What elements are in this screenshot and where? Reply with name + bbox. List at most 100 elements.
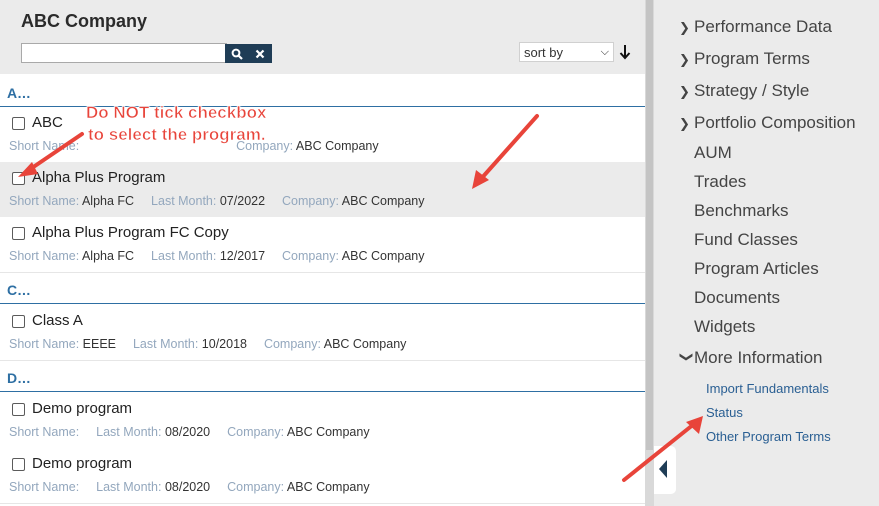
short-name-label: Short Name:	[9, 425, 80, 439]
chevron-down-icon: ⌵	[600, 46, 609, 58]
sort-select[interactable]: sort by ⌵	[519, 42, 614, 62]
program-name: Alpha Plus Program FC Copy	[32, 224, 229, 241]
last-month-label: Last Month:	[132, 337, 199, 351]
nav-more-information[interactable]: ❯More Information	[679, 348, 823, 368]
group-letter: A...	[7, 85, 31, 101]
company-value: ABC Company	[323, 337, 407, 351]
sort-direction-arrow-icon[interactable]	[618, 44, 632, 60]
program-row[interactable]: Demo program Short Name: Last Month: 08/…	[0, 393, 645, 449]
nav-portfolio-composition[interactable]: ❯ Portfolio Composition	[679, 113, 856, 133]
short-name-label: Short Name:	[9, 194, 80, 208]
company-label: Company:	[282, 194, 339, 208]
program-meta: Short Name: Alpha FC Last Month: 07/2022…	[9, 194, 424, 208]
group-letter: D...	[7, 370, 31, 386]
company-label: Company:	[227, 480, 285, 494]
nav-trades[interactable]: Trades	[694, 172, 746, 192]
search-button[interactable]	[225, 44, 249, 63]
chevron-right-icon: ❯	[679, 20, 690, 35]
link-status[interactable]: Status	[706, 405, 743, 420]
last-month-value: 08/2020	[164, 480, 211, 494]
group-letter: C...	[7, 282, 31, 298]
last-month-value: 08/2020	[164, 425, 211, 439]
link-other-program-terms[interactable]: Other Program Terms	[706, 429, 831, 444]
last-month-label: Last Month:	[151, 194, 217, 208]
program-meta: Short Name: Last Month: 08/2020 Company:…	[9, 425, 370, 439]
program-meta: Short Name: Alpha FC Last Month: 12/2017…	[9, 249, 424, 263]
nav-performance-data[interactable]: ❯ Performance Data	[679, 17, 832, 37]
list-scrollbar[interactable]	[645, 0, 654, 506]
last-month-value: 10/2018	[201, 337, 247, 351]
caret-left-icon	[659, 460, 667, 478]
chevron-right-icon: ❯	[679, 116, 690, 131]
nav-label: Strategy / Style	[694, 81, 810, 100]
last-month-label: Last Month:	[151, 249, 217, 263]
search-input[interactable]	[21, 43, 227, 63]
program-checkbox[interactable]	[12, 227, 25, 240]
nav-strategy-style[interactable]: ❯ Strategy / Style	[679, 81, 809, 101]
company-value: ABC Company	[341, 194, 425, 208]
program-checkbox[interactable]	[12, 172, 25, 185]
nav-fund-classes[interactable]: Fund Classes	[694, 230, 798, 250]
short-name-label: Short Name:	[9, 249, 80, 263]
program-name: ABC	[32, 114, 63, 131]
program-checkbox[interactable]	[12, 458, 25, 471]
company-label: Company:	[282, 249, 339, 263]
program-name: Demo program	[32, 455, 133, 472]
nav-program-articles[interactable]: Program Articles	[694, 259, 819, 279]
last-month-value: 07/2022	[219, 194, 266, 208]
program-checkbox[interactable]	[12, 403, 25, 416]
short-name-label: Short Name:	[9, 337, 80, 351]
nav-documents[interactable]: Documents	[694, 288, 780, 308]
chevron-down-icon: ❯	[679, 351, 695, 363]
link-import-fundamentals[interactable]: Import Fundamentals	[706, 381, 829, 396]
clear-search-button[interactable]	[249, 44, 273, 63]
nav-label: More Information	[694, 348, 823, 367]
program-list-panel: ABC Company sort by ⌵ A... ABC Short Nam…	[0, 0, 645, 506]
annotation-callout: Do NOT tick checkbox to select the progr…	[86, 102, 267, 146]
program-row[interactable]: Demo program Short Name: Last Month: 08/…	[0, 448, 645, 504]
company-value: ABC Company	[286, 425, 370, 439]
search-icon	[231, 48, 243, 60]
short-name-label: Short Name:	[9, 480, 80, 494]
short-name-value: EEEE	[82, 337, 117, 351]
program-meta: Short Name: EEEE Last Month: 10/2018 Com…	[9, 337, 406, 351]
annotation-line: Do NOT tick checkbox	[86, 103, 267, 123]
sort-select-value: sort by	[524, 44, 564, 60]
program-checkbox[interactable]	[12, 315, 25, 328]
chevron-right-icon: ❯	[679, 52, 690, 67]
page-title: ABC Company	[21, 11, 148, 31]
last-month-label: Last Month:	[96, 425, 162, 439]
program-row[interactable]: Alpha Plus Program FC Copy Short Name: A…	[0, 217, 645, 273]
program-name: Demo program	[32, 400, 133, 417]
program-meta: Short Name: Last Month: 08/2020 Company:…	[9, 480, 370, 494]
program-checkbox[interactable]	[12, 117, 25, 130]
nav-widgets[interactable]: Widgets	[694, 317, 755, 337]
nav-program-terms[interactable]: ❯ Program Terms	[679, 49, 810, 69]
nav-benchmarks[interactable]: Benchmarks	[694, 201, 788, 221]
company-value: ABC Company	[341, 249, 425, 263]
nav-label: Portfolio Composition	[694, 113, 856, 132]
collapse-panel-button[interactable]	[654, 446, 676, 494]
chevron-right-icon: ❯	[679, 84, 690, 99]
company-label: Company:	[263, 337, 321, 351]
program-name: Alpha Plus Program	[32, 169, 166, 186]
short-name-value: Alpha FC	[81, 249, 135, 263]
program-row-selected[interactable]: Alpha Plus Program Short Name: Alpha FC …	[0, 162, 645, 218]
short-name-value: Alpha FC	[81, 194, 135, 208]
scrollbar-thumb[interactable]	[646, 0, 653, 450]
list-header: ABC Company sort by ⌵	[0, 0, 645, 74]
program-row[interactable]: Class A Short Name: EEEE Last Month: 10/…	[0, 305, 645, 361]
nav-label: Performance Data	[694, 17, 832, 36]
program-name: Class A	[32, 312, 83, 329]
last-month-value: 12/2017	[219, 249, 266, 263]
annotation-line: to select the program.	[88, 125, 266, 145]
company-value: ABC Company	[295, 139, 379, 153]
company-value: ABC Company	[286, 480, 370, 494]
last-month-label: Last Month:	[96, 480, 162, 494]
nav-aum[interactable]: AUM	[694, 143, 732, 163]
nav-label: Program Terms	[694, 49, 810, 68]
group-header-d: D...	[0, 361, 645, 392]
close-icon	[255, 49, 265, 58]
short-name-label: Short Name:	[9, 139, 80, 153]
company-label: Company:	[227, 425, 285, 439]
